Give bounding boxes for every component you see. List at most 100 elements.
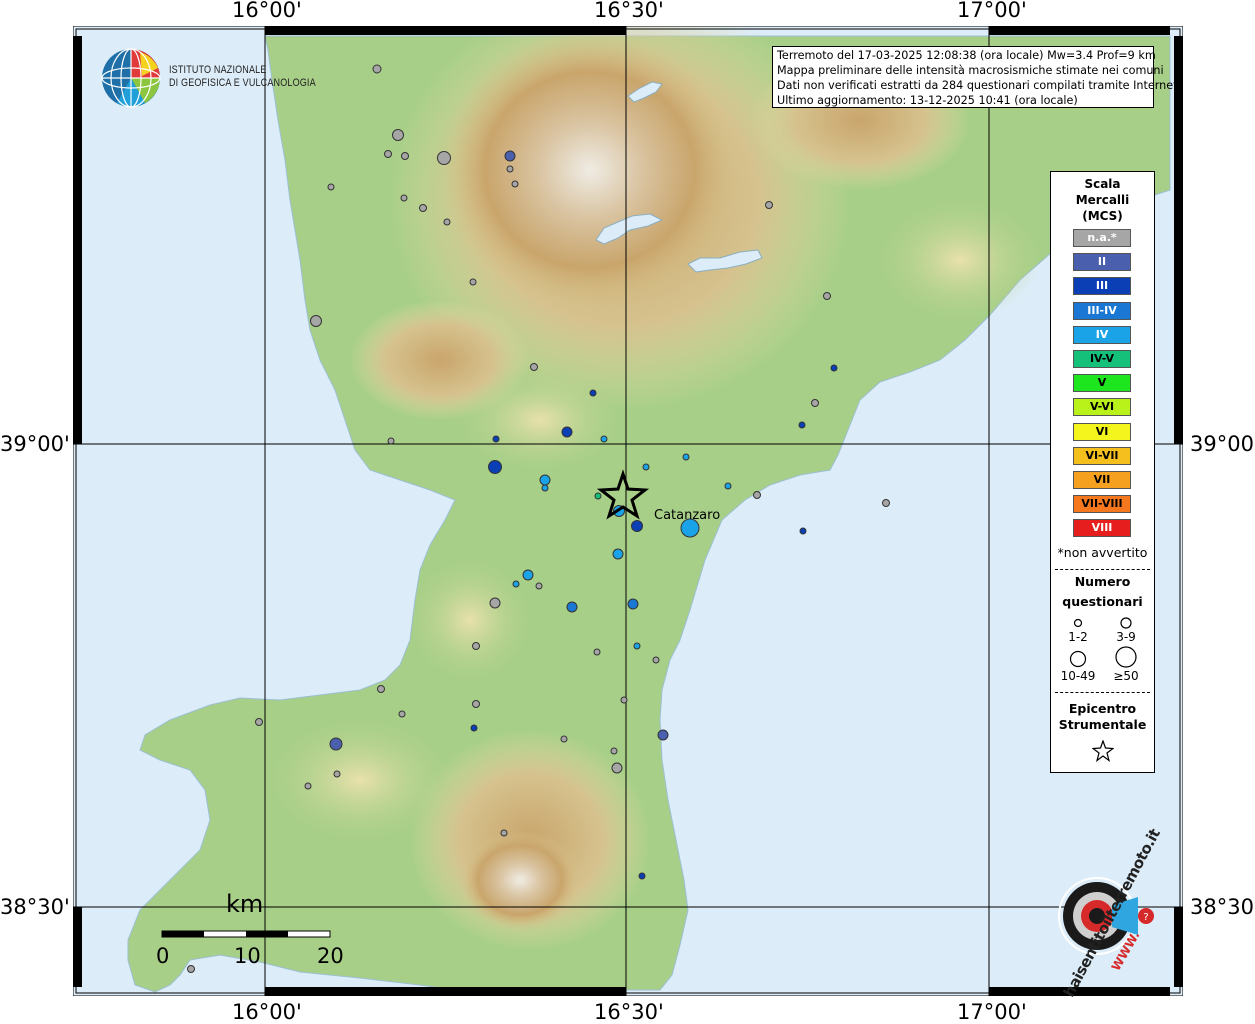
- legend-swatch-vi: VI: [1073, 422, 1131, 441]
- haisentito-watermark[interactable]: haisentitoilterremoto.it WWW.: [1042, 826, 1164, 1000]
- legend-separator-1: [1055, 569, 1150, 570]
- intensity-point[interactable]: [489, 597, 501, 609]
- map-canvas[interactable]: ?: [73, 26, 1183, 996]
- scale-bar-unit: km: [226, 890, 264, 918]
- intensity-point[interactable]: [506, 165, 514, 173]
- legend-swatch-ii: II: [1073, 253, 1131, 272]
- intensity-point[interactable]: [823, 292, 831, 300]
- legend-swatch-viiviii: VII-VIII: [1073, 495, 1131, 514]
- info-line-4: Ultimo aggiornamento: 13-12-2025 10:41 (…: [777, 94, 1078, 107]
- lat-label-left-2: 38°30': [0, 895, 70, 919]
- intensity-point[interactable]: [492, 435, 500, 443]
- intensity-point[interactable]: [541, 484, 549, 492]
- intensity-point[interactable]: [488, 460, 502, 474]
- intensity-point[interactable]: [372, 64, 382, 74]
- intensity-point[interactable]: [652, 656, 660, 664]
- intensity-point[interactable]: [500, 829, 508, 837]
- intensity-point[interactable]: [530, 363, 538, 371]
- intensity-point[interactable]: [504, 150, 516, 162]
- intensity-point[interactable]: [594, 492, 602, 500]
- intensity-point[interactable]: [753, 491, 761, 499]
- legend-title-3: (MCS): [1082, 209, 1123, 223]
- legend-swatch-vvi: V-VI: [1073, 398, 1131, 417]
- intensity-point[interactable]: [882, 499, 890, 507]
- hills-center: [460, 370, 620, 470]
- intensity-point[interactable]: [610, 747, 618, 755]
- intensity-point[interactable]: [400, 194, 408, 202]
- intensity-point[interactable]: [437, 151, 451, 165]
- intensity-point[interactable]: [811, 399, 819, 407]
- intensity-point[interactable]: [600, 435, 608, 443]
- info-box: Terremoto del 17-03-2025 12:08:38 (ora l…: [772, 46, 1181, 108]
- intensity-point[interactable]: [566, 601, 578, 613]
- intensity-point[interactable]: [392, 129, 404, 141]
- lon-label-bottom-1: 16°00': [232, 1000, 302, 1024]
- intensity-point[interactable]: [384, 150, 392, 158]
- intensity-point[interactable]: [638, 872, 646, 880]
- intensity-point[interactable]: [377, 685, 385, 693]
- intensity-point[interactable]: [387, 437, 395, 445]
- intensity-point[interactable]: [443, 218, 451, 226]
- intensity-point[interactable]: [589, 389, 597, 397]
- intensity-point[interactable]: [627, 598, 639, 610]
- lon-label-bottom-3: 17°00': [957, 1000, 1027, 1024]
- legend-questionnaires-title-2: questionari: [1062, 594, 1143, 609]
- legend-swatch-iv: IV: [1073, 325, 1131, 344]
- intensity-point[interactable]: [187, 965, 195, 973]
- intensity-point[interactable]: [765, 201, 773, 209]
- lat-label-right-1: 39°00': [1190, 432, 1255, 456]
- intensity-point[interactable]: [472, 700, 480, 708]
- intensity-point[interactable]: [620, 696, 628, 704]
- legend-swatch-viii: VIII: [1073, 519, 1131, 538]
- intensity-point[interactable]: [657, 729, 669, 741]
- intensity-point[interactable]: [255, 718, 263, 726]
- intensity-point[interactable]: [830, 364, 838, 372]
- legend-separator-2: [1055, 692, 1150, 693]
- intensity-point[interactable]: [724, 482, 732, 490]
- intensity-point[interactable]: [512, 580, 520, 588]
- ingv-logo-icon: [101, 48, 161, 108]
- intensity-point[interactable]: [398, 710, 406, 718]
- lon-label-top-3: 17°00': [957, 0, 1027, 22]
- intensity-point[interactable]: [642, 463, 650, 471]
- intensity-point[interactable]: [682, 453, 690, 461]
- intensity-point[interactable]: [611, 762, 623, 774]
- intensity-point[interactable]: [469, 278, 477, 286]
- intensity-point[interactable]: [522, 569, 534, 581]
- info-line-2: Mappa preliminare delle intensità macros…: [777, 64, 1164, 77]
- intensity-point[interactable]: [560, 735, 568, 743]
- legend-title-1: Scala: [1084, 177, 1121, 191]
- intensity-point[interactable]: [327, 183, 335, 191]
- intensity-point[interactable]: [511, 180, 519, 188]
- legend-swatch-ivv: IV-V: [1073, 350, 1131, 368]
- intensity-point[interactable]: [631, 520, 643, 532]
- intensity-point[interactable]: [419, 204, 427, 212]
- legend-swatch-vii: VII: [1073, 471, 1131, 489]
- size-label-50: ≥50: [1113, 669, 1139, 683]
- scale-bar-tick-20: 20: [317, 944, 344, 968]
- intensity-point[interactable]: [633, 642, 641, 650]
- intensity-point[interactable]: [799, 527, 807, 535]
- intensity-point[interactable]: [333, 770, 341, 778]
- size-label-10-49: 10-49: [1060, 669, 1096, 683]
- intensity-point[interactable]: [329, 737, 343, 751]
- legend: Scala Mercalli (MCS) n.a.* II III III-IV IV I…: [1050, 171, 1155, 773]
- intensity-point[interactable]: [310, 315, 322, 327]
- legend-swatch-iii: III: [1073, 277, 1131, 296]
- intensity-point[interactable]: [470, 724, 478, 732]
- intensity-point[interactable]: [561, 426, 573, 438]
- intensity-point[interactable]: [304, 782, 312, 790]
- intensity-point[interactable]: [798, 421, 806, 429]
- legend-epicenter-title-2: Strumentale: [1058, 717, 1147, 732]
- intensity-point[interactable]: [593, 648, 601, 656]
- scale-bar: [161, 930, 331, 938]
- watermark-url: WWW.: [1108, 928, 1143, 974]
- intensity-point[interactable]: [539, 474, 551, 486]
- intensity-point[interactable]: [612, 548, 624, 560]
- legend-title-2: Mercalli: [1075, 193, 1130, 207]
- intensity-point[interactable]: [401, 152, 409, 160]
- intensity-point[interactable]: [472, 642, 480, 650]
- serre-peak: [460, 830, 580, 930]
- logo-line-2: DI GEOFISICA E VULCANOLOGIA: [169, 77, 316, 89]
- intensity-point[interactable]: [535, 582, 543, 590]
